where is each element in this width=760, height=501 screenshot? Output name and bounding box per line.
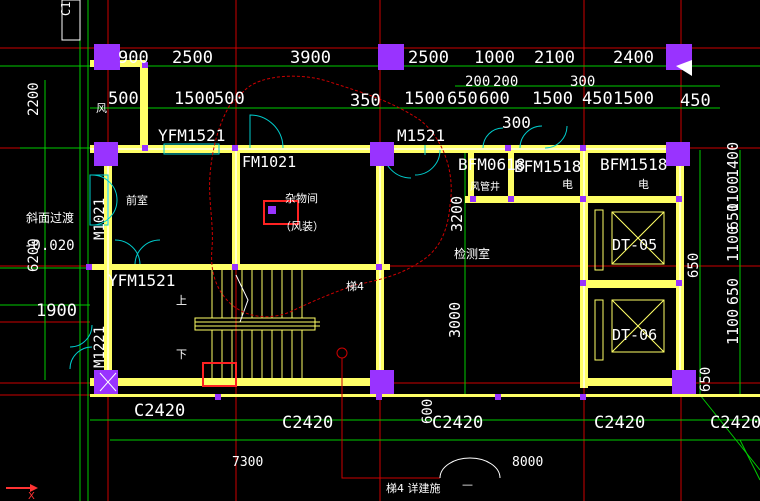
dim-text: 1100 [724, 309, 742, 345]
dim-text: 500 [214, 89, 245, 109]
sloped-passage-label: 斜面过渡 [26, 210, 74, 225]
dim-text: 450 [680, 91, 711, 111]
dim-text: 1500 [174, 89, 215, 109]
doors [69, 114, 568, 370]
room-label: 电 [638, 178, 649, 191]
bottom-dimensions: 7300 8000 [232, 455, 543, 470]
stair-detail-label: 梯4 详建施 [386, 481, 441, 495]
dim-text: 2500 [172, 48, 213, 68]
door-label: M1521 [397, 126, 445, 145]
window-label: C2420 [282, 413, 333, 433]
dim-text: 1400 [724, 142, 742, 178]
door-label: YFM1521 [158, 126, 225, 145]
door-label: BFM1518 [514, 157, 581, 176]
room-label: 杂物间 [285, 191, 318, 205]
window-label: C2420 [710, 413, 760, 433]
dim-text: 650 [686, 253, 702, 278]
revision-cloud [209, 75, 452, 318]
room-label: 下 [176, 348, 187, 361]
dim-text: 300 [570, 74, 595, 90]
dim-text: 8000 [512, 455, 543, 470]
door-label: FM1021 [242, 153, 296, 171]
dim-text: 3200 [448, 196, 466, 232]
elevator-label: DT-05 [612, 236, 657, 254]
window-label: C2420 [432, 413, 483, 433]
door-label: BFM1518 [600, 155, 667, 174]
walls [90, 60, 760, 397]
dim-text: 650 [698, 367, 714, 392]
room-label: 梯4 [346, 280, 364, 293]
dim-text: 450 [582, 89, 613, 109]
room-label: （风装） [280, 220, 324, 233]
floor-plan-drawing: C1 900 2500 3900 2500 1000 2100 2400 500… [0, 0, 760, 501]
room-label: 风管井 [470, 180, 500, 193]
dim-text: 650 [724, 278, 742, 305]
window-label: C2420 [134, 401, 185, 421]
cad-floor-plan-canvas[interactable]: C1 900 2500 3900 2500 1000 2100 2400 500… [0, 0, 760, 501]
dim-text: 200 [493, 74, 518, 90]
room-label: 风 [96, 102, 107, 115]
dim-text: 1500 [532, 89, 573, 109]
dim-text: 900 [118, 48, 149, 68]
dim-text: 1100 [724, 226, 742, 262]
dim-text: 1900 [36, 301, 77, 321]
dim-text: 200 [465, 74, 490, 90]
dim-text: 1500 [404, 89, 445, 109]
dim-text: 2100 [534, 48, 575, 68]
dim-text: 350 [350, 91, 381, 111]
dim-text: 300 [502, 113, 531, 132]
room-label: 上 [176, 294, 187, 307]
inner-dimensions: 3200 3000 600 [420, 196, 466, 424]
dim-text: 1000 [474, 48, 515, 68]
right-dimensions: 1400 1100 650 1100 650 1100 650 650 [686, 142, 742, 392]
dim-text: 3900 [290, 48, 331, 68]
axis-x-label: X [28, 491, 35, 501]
dim-text: 2400 [613, 48, 654, 68]
stair-detail-sub: — [462, 478, 473, 491]
door-label: M1221 [92, 326, 108, 368]
ucs-axis-icon: X [6, 484, 38, 501]
dim-text: 500 [108, 89, 139, 109]
dim-text: 3000 [446, 302, 464, 338]
dim-text: 1500 [613, 89, 654, 109]
window-label: C2420 [594, 413, 645, 433]
top-dimensions-row2: 500 1500 500 350 1500 650 600 1500 450 1… [108, 74, 711, 132]
left-dimensions: 2200 6200 1900 -0.020 斜面过渡 [24, 82, 77, 321]
room-label: 电 [562, 178, 573, 191]
door-label: M1021 [92, 198, 108, 240]
leader-bubble [439, 457, 501, 479]
dim-text: 7300 [232, 455, 263, 470]
staircase [194, 270, 320, 378]
dim-text: 600 [479, 89, 510, 109]
top-edge-label: C1 [59, 2, 73, 16]
dim-text: 650 [447, 89, 478, 109]
leader-circle [336, 347, 348, 359]
dim-text: 2200 [26, 82, 42, 116]
door-label: YFM1521 [108, 271, 175, 290]
room-label: 前室 [126, 193, 148, 207]
level-text: -0.020 [24, 238, 75, 254]
room-label: 检测室 [454, 246, 490, 261]
dim-text: 2500 [408, 48, 449, 68]
elevator-label: DT-06 [612, 326, 657, 344]
